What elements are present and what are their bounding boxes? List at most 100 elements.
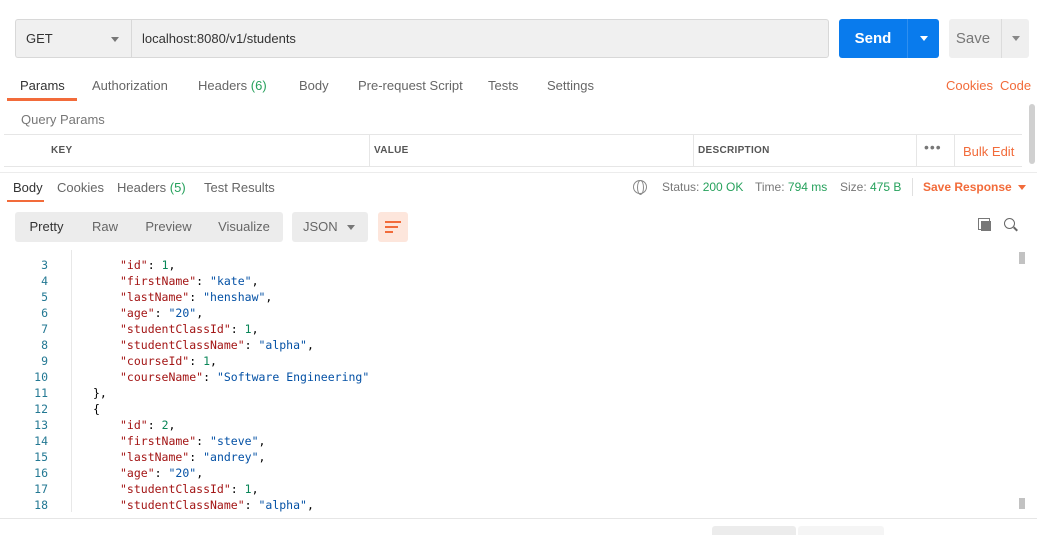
code-scrollbar-up[interactable]	[1019, 252, 1025, 264]
code-text: "age": "20",	[120, 466, 204, 480]
tab-pre-request-script[interactable]: Pre-request Script	[358, 78, 463, 93]
code-text: "studentClassId": 1,	[120, 322, 259, 336]
globe-icon[interactable]	[633, 180, 647, 195]
code-line: 5 "lastName": "henshaw",	[4, 289, 1004, 305]
bulk-edit-link[interactable]: Bulk Edit	[963, 144, 1014, 159]
code-text: {	[93, 402, 100, 416]
params-scrollbar[interactable]	[1029, 104, 1035, 164]
tab-tests[interactable]: Tests	[488, 78, 518, 93]
bottom-status-bar	[0, 518, 1037, 535]
code-line: 13 "id": 2,	[4, 417, 1004, 433]
code-text: "age": "20",	[120, 306, 204, 320]
save-options-button[interactable]	[1001, 19, 1029, 58]
chevron-down-icon	[1012, 36, 1020, 41]
divider	[912, 178, 913, 196]
code-link[interactable]: Code	[1000, 78, 1031, 93]
save-button[interactable]: Save	[949, 19, 1029, 58]
code-text: "courseName": "Software Engineering"	[120, 370, 370, 384]
query-params-title: Query Params	[21, 112, 105, 127]
active-tab-indicator	[7, 200, 44, 202]
tab-count: (5)	[169, 180, 186, 195]
response-tab-body[interactable]: Body	[13, 180, 43, 195]
tab-label: Settings	[547, 78, 594, 93]
search-icon[interactable]	[1004, 218, 1018, 232]
tab-authorization[interactable]: Authorization	[92, 78, 168, 93]
tab-label: Pre-request Script	[358, 78, 463, 93]
time-info[interactable]: Time: 794 ms	[755, 180, 827, 194]
response-tab-test-results[interactable]: Test Results	[204, 180, 275, 195]
bottom-tab[interactable]	[712, 526, 796, 535]
method-label: GET	[26, 31, 53, 46]
chevron-down-icon	[1017, 185, 1026, 191]
request-tabs: Params Authorization Headers (6) Body Pr…	[0, 72, 1037, 102]
code-text: "lastName": "henshaw",	[120, 290, 273, 304]
code-line: 16 "age": "20",	[4, 465, 1004, 481]
method-select[interactable]: GET	[15, 19, 131, 58]
language-label: JSON	[303, 219, 338, 234]
line-number: 13	[34, 418, 48, 432]
url-input[interactable]: localhost:8080/v1/students	[131, 19, 829, 58]
size-label: Size:	[840, 180, 867, 194]
more-options-icon[interactable]: •••	[924, 139, 942, 155]
tab-label: Headers	[198, 78, 248, 93]
save-response-button[interactable]: Save Response	[923, 180, 1026, 194]
code-scrollbar-thumb[interactable]	[1019, 498, 1025, 509]
size-info[interactable]: Size: 475 B	[840, 180, 901, 194]
tab-headers[interactable]: Headers (6)	[198, 78, 267, 93]
chevron-down-icon	[920, 36, 928, 41]
code-line: 8 "studentClassName": "alpha",	[4, 337, 1004, 353]
code-line: 15 "lastName": "andrey",	[4, 449, 1004, 465]
status-label: Status:	[662, 180, 700, 194]
column-key: KEY	[51, 145, 73, 156]
column-divider	[916, 135, 917, 166]
line-number: 7	[41, 322, 48, 336]
code-text: "firstName": "steve",	[120, 434, 266, 448]
line-number: 18	[34, 498, 48, 512]
format-raw[interactable]: Raw	[78, 212, 132, 242]
line-number: 5	[41, 290, 48, 304]
code-text: "studentClassName": "alpha",	[120, 498, 314, 512]
send-button[interactable]: Send	[839, 19, 939, 58]
tab-count: (6)	[250, 78, 267, 93]
code-line: 7 "studentClassId": 1,	[4, 321, 1004, 337]
tab-body[interactable]: Body	[299, 78, 329, 93]
time-label: Time:	[755, 180, 785, 194]
format-preview[interactable]: Preview	[132, 212, 205, 242]
response-tab-cookies[interactable]: Cookies	[57, 180, 104, 195]
line-number: 11	[34, 386, 48, 400]
response-tab-headers[interactable]: Headers (5)	[117, 180, 186, 195]
status-info[interactable]: Status: 200 OK	[662, 180, 743, 194]
format-visualize[interactable]: Visualize	[205, 212, 283, 242]
code-text: "courseId": 1,	[120, 354, 217, 368]
tab-label: Tests	[488, 78, 519, 93]
language-select[interactable]: JSON	[292, 212, 368, 242]
line-number: 9	[41, 354, 48, 368]
send-options-button[interactable]	[907, 19, 939, 58]
tab-params[interactable]: Params	[20, 78, 65, 93]
bottom-tab[interactable]	[798, 526, 884, 535]
response-tabs: Body Cookies Headers (5) Test Results St…	[0, 172, 1037, 202]
params-table-header: KEY VALUE DESCRIPTION ••• Bulk Edit	[4, 134, 1022, 167]
tab-label: Params	[20, 78, 65, 93]
line-number: 17	[34, 482, 48, 496]
copy-icon[interactable]	[978, 218, 992, 232]
format-pretty[interactable]: Pretty	[15, 212, 78, 242]
code-line: 14 "firstName": "steve",	[4, 433, 1004, 449]
code-line: 11},	[4, 385, 1004, 401]
code-line: 6 "age": "20",	[4, 305, 1004, 321]
code-line: 9 "courseId": 1,	[4, 353, 1004, 369]
wrap-lines-button[interactable]	[378, 212, 408, 242]
chevron-down-icon	[347, 225, 355, 230]
column-description: DESCRIPTION	[698, 145, 770, 156]
tab-settings[interactable]: Settings	[547, 78, 594, 93]
wrap-icon	[385, 231, 393, 233]
code-text: "studentClassName": "alpha",	[120, 338, 314, 352]
response-body-viewer[interactable]: 3 "id": 1, 4 "firstName": "kate", 5 "lastName…	[4, 250, 1026, 512]
wrap-icon	[385, 226, 398, 228]
line-number: 16	[34, 466, 48, 480]
code-line: 4 "firstName": "kate",	[4, 273, 1004, 289]
cookies-link[interactable]: Cookies	[946, 78, 993, 93]
code-text: "lastName": "andrey",	[120, 450, 266, 464]
line-number: 10	[34, 370, 48, 384]
wrap-icon	[385, 221, 401, 223]
